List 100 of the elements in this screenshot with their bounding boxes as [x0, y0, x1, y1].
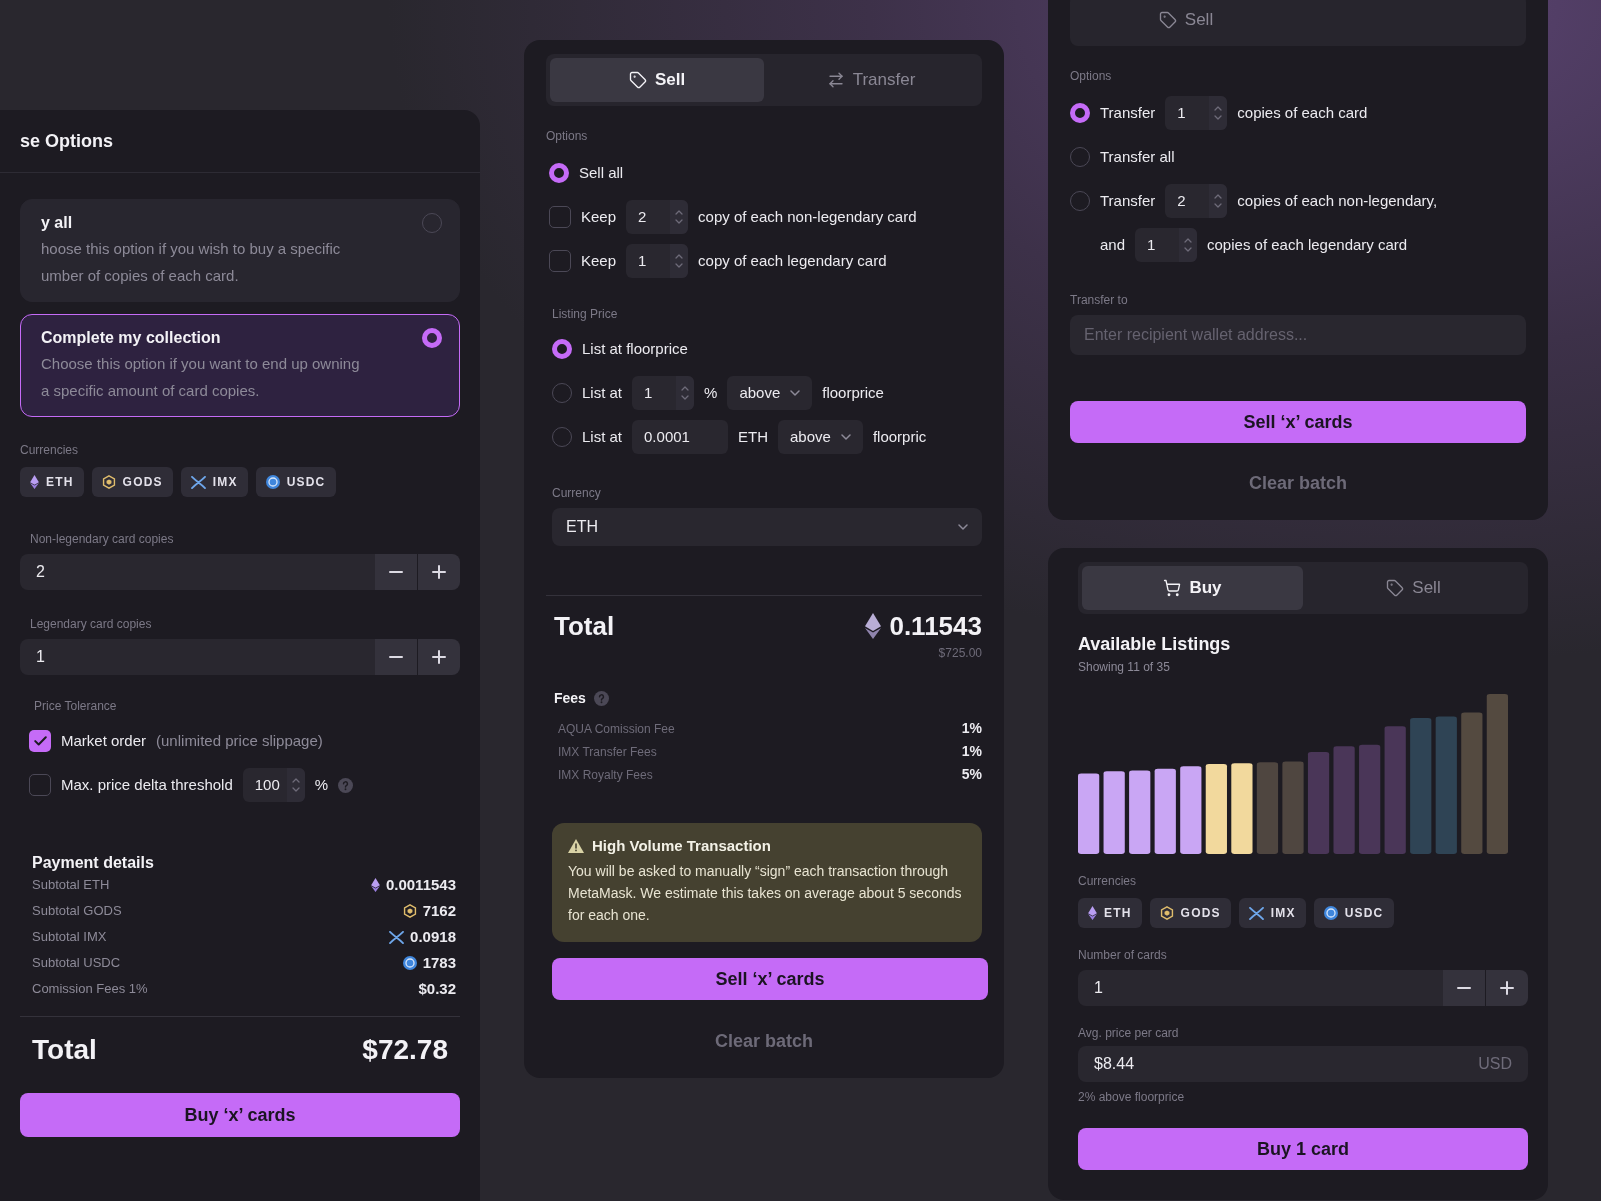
diamond-icon — [370, 878, 380, 892]
number-input[interactable]: 1 — [1165, 96, 1228, 130]
buy-button[interactable]: Buy 1 card — [1078, 1128, 1528, 1170]
total-usd: $725.00 — [938, 645, 982, 661]
hexagon-icon — [402, 904, 417, 918]
x-shape-icon — [190, 475, 206, 489]
currency-chip[interactable]: GODS — [91, 467, 173, 497]
currency-chip[interactable]: USDC — [255, 467, 336, 497]
number-input[interactable]: 2 — [626, 200, 689, 234]
tab[interactable]: Sell — [1303, 566, 1524, 610]
currency-select[interactable]: ETH — [552, 508, 982, 546]
option-text: floorpric — [872, 426, 927, 447]
total-label: Total — [32, 1033, 97, 1067]
tab[interactable]: Buy — [1082, 566, 1303, 610]
radio-button[interactable] — [422, 328, 442, 348]
field-label: Non-legendary card copies — [30, 532, 174, 546]
option-label: Transfer all — [1100, 146, 1175, 167]
checkbox[interactable] — [549, 206, 571, 228]
currency-chip[interactable]: ETH — [20, 467, 84, 497]
increment-button[interactable] — [418, 554, 460, 590]
fee-label: IMX Royalty Fees — [558, 766, 653, 784]
checkbox[interactable] — [29, 730, 51, 752]
number-field[interactable]: 1 — [1078, 970, 1443, 1006]
tag-icon — [628, 71, 647, 89]
x-shape-icon — [1248, 906, 1264, 920]
up-down-chevron-icon — [291, 777, 300, 793]
coin-icon — [265, 475, 280, 489]
currency-chip[interactable]: IMX — [180, 467, 248, 497]
coin-icon — [402, 956, 417, 970]
total-label: Total — [554, 611, 615, 641]
sell-button[interactable]: Sell ‘x’ cards — [1070, 401, 1526, 443]
check-icon — [33, 736, 47, 746]
option-title: y all — [41, 213, 73, 233]
minus-icon — [389, 571, 403, 573]
hint-text: (unlimited price slippage) — [156, 730, 323, 751]
field-label: Price Tolerance — [34, 699, 117, 713]
radio-button[interactable] — [1070, 103, 1090, 123]
price-input[interactable]: 0.0001 — [632, 420, 729, 454]
number-input[interactable]: 100 — [242, 768, 305, 802]
buy-button[interactable]: Buy ‘x’ cards — [20, 1093, 460, 1137]
tab[interactable]: Sell — [550, 58, 764, 102]
currency-chip[interactable]: ETH — [1078, 898, 1142, 928]
option-label: List at floorprice — [582, 338, 688, 359]
plus-icon — [1500, 981, 1514, 995]
number-input[interactable]: 2 — [1165, 184, 1228, 218]
increment-button[interactable] — [418, 639, 460, 675]
option-text: copies of each legendary card — [1207, 234, 1408, 255]
checkbox[interactable] — [29, 774, 51, 796]
diamond-icon — [30, 475, 39, 489]
cart-icon — [1163, 579, 1182, 597]
dropdown[interactable]: above — [778, 420, 863, 454]
arrows-icon — [826, 71, 845, 89]
option-text: copy of each legendary card — [698, 250, 887, 271]
option-label: Transfer — [1100, 102, 1156, 123]
chevron-down-icon — [790, 390, 801, 396]
minus-icon — [389, 656, 403, 658]
chevron-down-icon — [958, 524, 968, 530]
field-label: Legendary card copies — [30, 617, 152, 631]
unit-label: ETH — [738, 426, 769, 447]
tag-icon — [1158, 11, 1177, 29]
option-label: and — [1100, 234, 1126, 255]
number-field[interactable]: 2 — [20, 554, 375, 590]
field-label: Options — [546, 129, 588, 143]
hexagon-icon — [101, 475, 116, 489]
price-field[interactable]: $8.44 USD — [1078, 1046, 1528, 1082]
radio-button[interactable] — [549, 163, 569, 183]
fee-value: 1% — [961, 742, 982, 761]
up-down-chevron-icon — [1214, 193, 1223, 209]
checkbox-label: Market order — [61, 730, 147, 751]
payment-amount: 0.0918 — [410, 926, 456, 947]
checkbox[interactable] — [549, 250, 571, 272]
field-label: Options — [1070, 69, 1112, 83]
tab[interactable]: Transfer — [764, 58, 978, 102]
tag-icon — [1386, 579, 1405, 597]
currency-chip[interactable]: GODS — [1149, 898, 1231, 928]
payment-label: Subtotal USDC — [32, 954, 121, 973]
fee-value: 1% — [961, 719, 982, 738]
field-label: Number of cards — [1078, 948, 1167, 962]
option-label: List at — [582, 426, 623, 447]
option-text: copy of each non-legendary card — [698, 206, 917, 227]
number-input[interactable]: 1 — [1135, 228, 1198, 262]
currency-chip[interactable]: IMX — [1238, 898, 1306, 928]
unit-label: % — [704, 382, 718, 403]
increment-button[interactable] — [1486, 970, 1528, 1006]
wallet-address-field[interactable]: Enter recipient wallet address... — [1070, 315, 1526, 355]
currency-chip[interactable]: USDC — [1313, 898, 1394, 928]
option-label: Transfer — [1100, 190, 1156, 211]
number-input[interactable]: 1 — [626, 244, 689, 278]
number-field[interactable]: 1 — [20, 639, 375, 675]
diamond-icon — [865, 613, 882, 639]
section-title: Payment details — [32, 854, 154, 872]
hexagon-icon — [1159, 906, 1174, 920]
option-label: List at — [582, 382, 623, 403]
dropdown[interactable]: above — [727, 376, 813, 410]
unit-label: USD — [1478, 1054, 1512, 1074]
number-input[interactable]: 1 — [632, 376, 695, 410]
chevron-down-icon — [840, 434, 851, 440]
radio-button[interactable] — [552, 339, 572, 359]
option-text: copies of each non-legendary, — [1237, 190, 1438, 211]
sell-button[interactable]: Sell ‘x’ cards — [552, 958, 988, 1000]
